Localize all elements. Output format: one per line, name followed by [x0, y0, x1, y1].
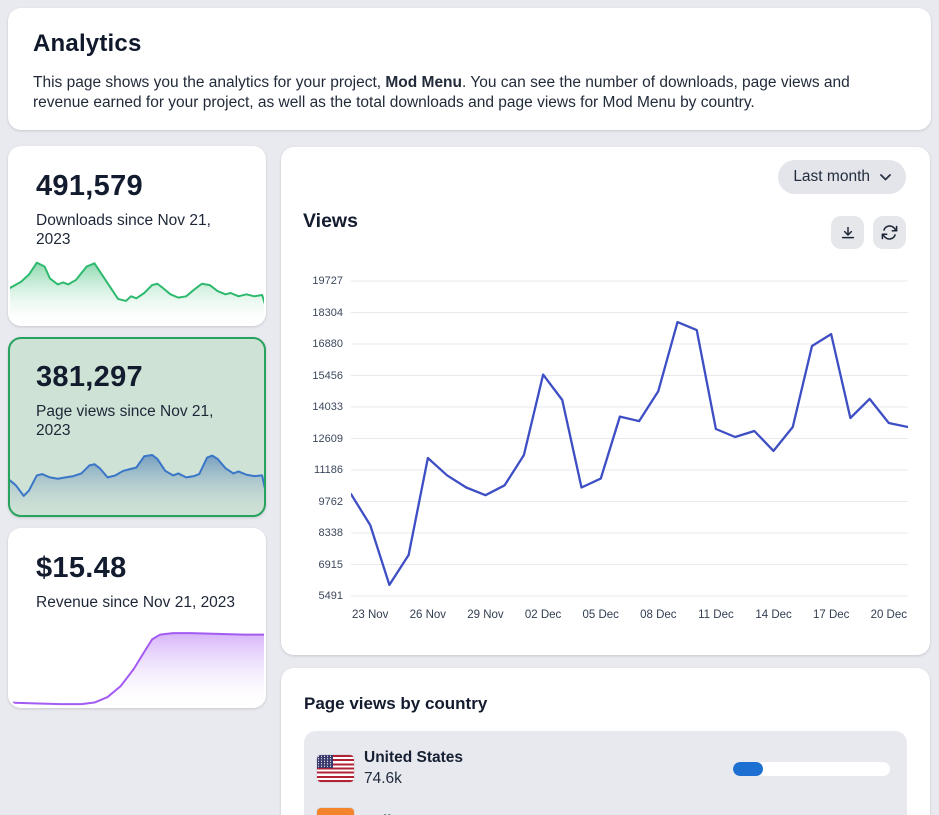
downloads-sparkline: [8, 260, 266, 326]
downloads-count: 491,579: [36, 170, 143, 203]
y-axis-tick: 12609: [312, 433, 343, 445]
stat-card-revenue[interactable]: $15.48 Revenue since Nov 21, 2023: [8, 528, 266, 708]
y-axis-tick: 14033: [312, 401, 343, 413]
y-axis-tick: 11186: [314, 464, 343, 476]
chart-x-axis: 23 Nov 26 Nov 29 Nov 02 Dec 05 Dec 08 Dec 11 D…: [351, 609, 908, 629]
stat-card-page-views[interactable]: 381,297 Page views since Nov 21, 2023: [8, 337, 266, 517]
x-axis-tick: 26 Nov: [410, 609, 446, 621]
country-row-us: United States 74.6k: [317, 742, 890, 795]
chart-plot-area[interactable]: [351, 273, 908, 603]
refresh-icon: [881, 224, 898, 241]
country-progress-fill: [733, 762, 763, 776]
in-flag-icon: [317, 808, 354, 815]
views-line-chart: 19727 18304 16880 15456 14033 12609 11186 9762 8…: [303, 273, 908, 645]
chart-y-axis: 19727 18304 16880 15456 14033 12609 11186 9762 8…: [303, 273, 351, 603]
revenue-amount: $15.48: [36, 552, 127, 585]
revenue-label: Revenue since Nov 21, 2023: [36, 593, 236, 612]
download-chart-button[interactable]: [831, 216, 864, 249]
x-axis-tick: 29 Nov: [467, 609, 503, 621]
analytics-header-card: Analytics This page shows you the analyt…: [8, 8, 931, 130]
x-axis-tick: 14 Dec: [755, 609, 791, 621]
page-description: This page shows you the analytics for yo…: [33, 73, 906, 112]
x-axis-tick: 11 Dec: [698, 609, 734, 621]
y-axis-tick: 16880: [312, 338, 343, 350]
date-range-label: Last month: [793, 168, 870, 186]
page-views-sparkline: [8, 451, 266, 517]
page-views-by-country-card: Page views by country United States 74.6k…: [281, 668, 930, 815]
us-flag-icon: [317, 755, 354, 782]
y-axis-tick: 9762: [319, 496, 343, 508]
project-name: Mod Menu: [385, 74, 462, 91]
x-axis-tick: 20 Dec: [871, 609, 907, 621]
download-icon: [840, 225, 856, 241]
country-row-in: India: [317, 795, 890, 815]
chart-title: Views: [303, 210, 358, 233]
x-axis-tick: 02 Dec: [525, 609, 561, 621]
chevron-down-icon: [880, 174, 891, 181]
y-axis-tick: 5491: [319, 590, 343, 602]
page-title: Analytics: [33, 30, 906, 58]
country-section-title: Page views by country: [304, 694, 907, 714]
refresh-chart-button[interactable]: [873, 216, 906, 249]
x-axis-tick: 05 Dec: [582, 609, 618, 621]
x-axis-tick: 23 Nov: [352, 609, 388, 621]
stat-card-downloads[interactable]: 491,579 Downloads since Nov 21, 2023: [8, 146, 266, 326]
country-page-views-value: 74.6k: [364, 770, 463, 788]
y-axis-tick: 8338: [319, 527, 343, 539]
x-axis-tick: 17 Dec: [813, 609, 849, 621]
revenue-sparkline: [8, 630, 266, 708]
y-axis-tick: 6915: [319, 559, 343, 571]
views-chart-card: Last month Views 19727 18304 16880 15456 140…: [281, 147, 930, 655]
x-axis-tick: 08 Dec: [640, 609, 676, 621]
y-axis-tick: 19727: [312, 275, 343, 287]
downloads-label: Downloads since Nov 21, 2023: [36, 211, 236, 249]
page-views-count: 381,297: [36, 361, 143, 394]
y-axis-tick: 15456: [312, 370, 343, 382]
y-axis-tick: 18304: [312, 307, 343, 319]
country-list-panel: United States 74.6k India: [304, 731, 907, 815]
country-name: United States: [364, 749, 463, 767]
country-progress-track: [733, 762, 890, 776]
date-range-dropdown[interactable]: Last month: [778, 160, 906, 194]
page-views-label: Page views since Nov 21, 2023: [36, 402, 236, 440]
